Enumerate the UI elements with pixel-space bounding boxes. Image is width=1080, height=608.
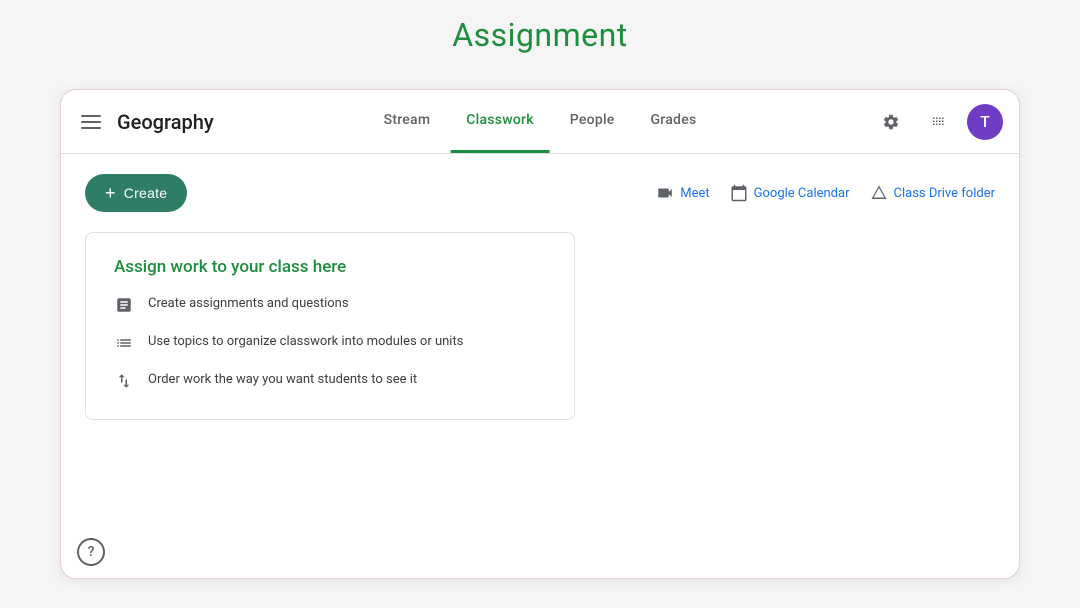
card-item-assignments: Create assignments and questions xyxy=(114,295,546,319)
topics-icon xyxy=(114,334,134,357)
create-label: Create xyxy=(124,185,168,201)
gear-icon xyxy=(882,113,900,131)
drive-link[interactable]: Class Drive folder xyxy=(870,184,996,202)
tab-people[interactable]: People xyxy=(554,90,631,153)
assignment-text: Create assignments and questions xyxy=(148,295,349,313)
order-text: Order work the way you want students to … xyxy=(148,371,417,389)
card-item-order: Order work the way you want students to … xyxy=(114,371,546,395)
create-button[interactable]: + Create xyxy=(85,174,187,212)
toolbar-links: Meet Google Calendar Class Drive folder xyxy=(656,184,995,202)
class-name: Geography xyxy=(117,110,214,134)
tab-classwork[interactable]: Classwork xyxy=(450,90,550,153)
card-title: Assign work to your class here xyxy=(114,257,546,277)
card-item-topics: Use topics to organize classwork into mo… xyxy=(114,333,546,357)
drive-label: Class Drive folder xyxy=(894,186,996,201)
tab-grades[interactable]: Grades xyxy=(635,90,713,153)
topics-text: Use topics to organize classwork into mo… xyxy=(148,333,463,351)
apps-icon xyxy=(930,113,948,131)
toolbar: + Create Meet Google Calendar xyxy=(85,174,995,212)
hamburger-menu-icon[interactable] xyxy=(77,111,105,133)
content-area: + Create Meet Google Calendar xyxy=(61,154,1019,440)
settings-button[interactable] xyxy=(871,102,911,142)
classwork-card: Assign work to your class here Create as… xyxy=(85,232,575,420)
help-button[interactable]: ? xyxy=(77,538,105,566)
calendar-label: Google Calendar xyxy=(754,186,850,201)
nav-left: Geography xyxy=(77,110,237,134)
order-icon xyxy=(114,372,134,395)
calendar-icon xyxy=(730,184,748,202)
page-title: Assignment xyxy=(452,16,628,54)
calendar-link[interactable]: Google Calendar xyxy=(730,184,850,202)
assignment-icon xyxy=(114,296,134,319)
meet-icon xyxy=(656,184,674,202)
bottom-bar: ? xyxy=(77,538,105,566)
nav-right: T xyxy=(871,102,1003,142)
plus-icon: + xyxy=(105,184,116,202)
device-frame: Geography Stream Classwork People Grades xyxy=(60,89,1020,579)
top-nav: Geography Stream Classwork People Grades xyxy=(61,90,1019,154)
meet-link[interactable]: Meet xyxy=(656,184,709,202)
nav-tabs: Stream Classwork People Grades xyxy=(368,90,713,153)
drive-icon xyxy=(870,184,888,202)
meet-label: Meet xyxy=(680,186,709,201)
apps-button[interactable] xyxy=(919,102,959,142)
avatar[interactable]: T xyxy=(967,104,1003,140)
tab-stream[interactable]: Stream xyxy=(368,90,447,153)
